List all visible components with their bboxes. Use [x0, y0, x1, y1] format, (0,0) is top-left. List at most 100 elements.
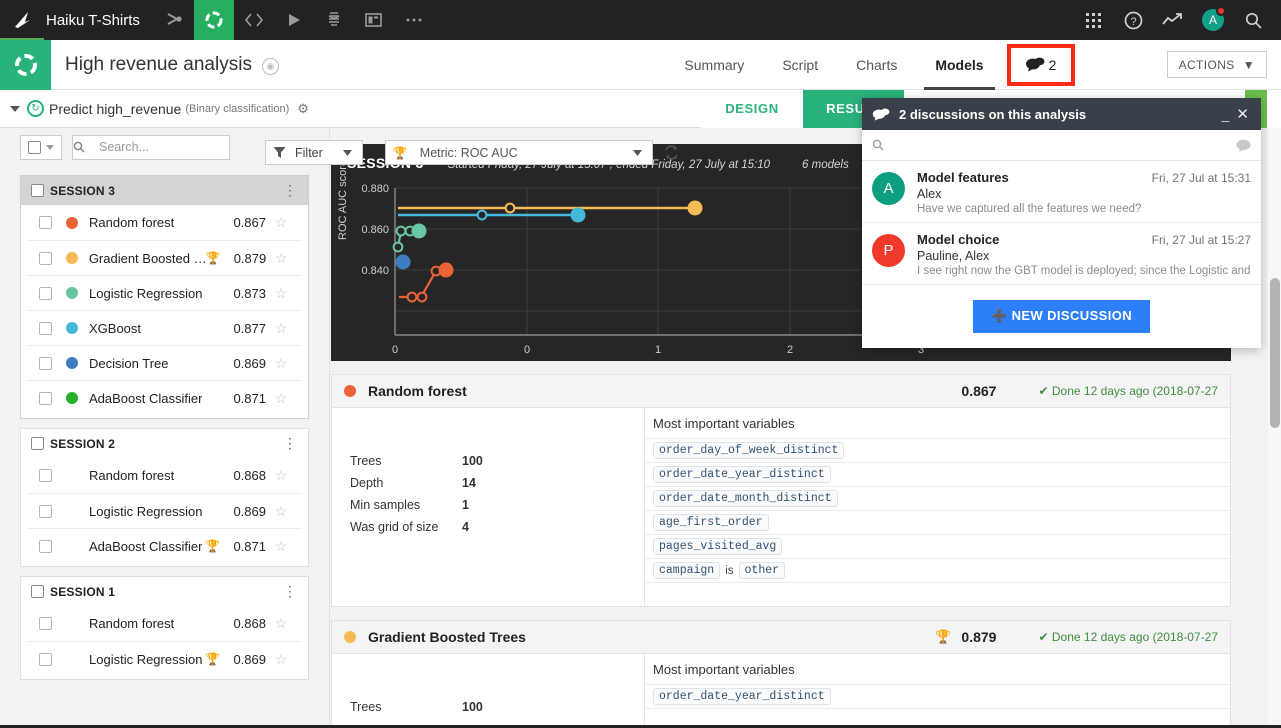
refresh-icon[interactable]	[664, 145, 679, 160]
discussions-search-input[interactable]	[884, 135, 1236, 155]
session-header[interactable]: SESSION 1 ⋮	[21, 577, 308, 606]
session-menu-icon[interactable]: ⋮	[283, 435, 298, 452]
select-all-checkbox[interactable]	[28, 141, 41, 154]
session-checkbox[interactable]	[31, 437, 44, 450]
avatar[interactable]: A	[1193, 0, 1233, 40]
discussions-icon	[1025, 57, 1045, 72]
star-icon[interactable]: ☆	[266, 214, 296, 231]
session-menu-icon[interactable]: ⋮	[283, 583, 298, 600]
play-icon[interactable]	[274, 0, 314, 40]
star-icon[interactable]: ☆	[266, 285, 296, 302]
tab-models[interactable]: Models	[916, 40, 1002, 90]
list-item[interactable]: Logistic Regression 0.873 ☆	[27, 275, 302, 310]
star-icon[interactable]: ☆	[266, 250, 296, 267]
tab-discussions[interactable]: 2	[1007, 44, 1075, 86]
model-card-header[interactable]: Gradient Boosted Trees 🏆 0.879 ✔ Done 12…	[332, 621, 1230, 654]
chevron-down-icon[interactable]	[623, 150, 652, 156]
new-discussion-button[interactable]: ➕ NEW DISCUSSION	[973, 300, 1150, 333]
search-icon[interactable]	[1233, 0, 1273, 40]
apps-grid-icon[interactable]	[1073, 0, 1113, 40]
star-icon[interactable]: ☆	[266, 538, 296, 555]
variable-row: order_date_year_distinct	[645, 463, 1230, 487]
list-item[interactable]: Decision Tree 0.869 ☆	[27, 345, 302, 380]
model-checkbox[interactable]	[39, 287, 52, 300]
recipe-active-icon[interactable]	[194, 0, 234, 40]
star-icon[interactable]: ☆	[266, 467, 296, 484]
jobs-icon[interactable]	[314, 0, 354, 40]
model-score: 0.871	[220, 391, 266, 406]
project-name[interactable]: Haiku T-Shirts	[44, 12, 154, 29]
model-card-header[interactable]: Random forest 0.867 ✔ Done 12 days ago (…	[332, 375, 1230, 408]
model-checkbox[interactable]	[39, 322, 52, 335]
minimize-icon[interactable]: _	[1215, 106, 1237, 122]
session-header[interactable]: SESSION 2 ⋮	[21, 429, 308, 458]
list-item[interactable]: Random forest 0.868 ☆	[27, 458, 302, 493]
star-icon[interactable]: ☆	[266, 390, 296, 407]
star-icon[interactable]: ☆	[266, 355, 296, 372]
variable-operator: is	[725, 565, 733, 577]
session-header[interactable]: SESSION 3 ⋮	[21, 176, 308, 205]
list-item[interactable]: Random forest 0.867 ☆	[27, 205, 302, 240]
session-models: Random forest 0.867 ☆ Gradient Boosted ……	[21, 205, 308, 418]
model-checkbox[interactable]	[39, 540, 52, 553]
list-item[interactable]: XGBoost 0.877 ☆	[27, 310, 302, 345]
session-title: SESSION 1	[50, 585, 115, 599]
dss-logo-icon[interactable]	[0, 0, 44, 40]
monitoring-icon[interactable]	[1153, 0, 1193, 40]
insight-icon[interactable]: ◉	[262, 58, 279, 75]
star-icon[interactable]: ☆	[266, 651, 296, 668]
metric-select[interactable]: 🏆 Metric: ROC AUC	[385, 140, 653, 165]
select-all-dropdown[interactable]	[20, 135, 62, 160]
tab-summary[interactable]: Summary	[665, 40, 763, 90]
list-item[interactable]: Logistic Regression 0.869 ☆	[27, 493, 302, 528]
tab-design[interactable]: DESIGN	[701, 90, 803, 128]
vertical-scrollbar-track[interactable]	[1268, 128, 1281, 728]
recipe-name[interactable]: Predict high_revenue	[49, 101, 181, 117]
dashboard-icon[interactable]	[354, 0, 394, 40]
tab-script[interactable]: Script	[763, 40, 837, 90]
model-checkbox[interactable]	[39, 357, 52, 370]
model-score: 0.867	[220, 215, 266, 230]
model-checkbox[interactable]	[39, 216, 52, 229]
gear-icon[interactable]: ⚙	[297, 101, 309, 117]
comment-filter-icon[interactable]	[1236, 139, 1251, 152]
list-item[interactable]: Logistic Regression 🏆 0.869 ☆	[27, 641, 302, 676]
session-menu-icon[interactable]: ⋮	[283, 182, 298, 199]
more-icon[interactable]	[394, 0, 434, 40]
chevron-down-icon[interactable]	[46, 145, 54, 150]
vertical-scrollbar-thumb[interactable]	[1270, 278, 1280, 428]
model-checkbox[interactable]	[39, 392, 52, 405]
code-icon[interactable]	[234, 0, 274, 40]
model-status: ✔ Done 12 days ago (2018-07-27	[1038, 630, 1218, 644]
star-icon[interactable]: ☆	[266, 615, 296, 632]
flow-icon[interactable]	[154, 0, 194, 40]
list-item[interactable]: A Model features Fri, 27 Jul at 15:31 Al…	[862, 161, 1261, 223]
star-icon[interactable]: ☆	[266, 320, 296, 337]
list-item[interactable]: P Model choice Fri, 27 Jul at 15:27 Paul…	[862, 223, 1261, 285]
close-icon[interactable]: ✕	[1236, 105, 1251, 123]
filter-control[interactable]: Filter	[265, 140, 363, 165]
list-item[interactable]: Random forest 0.868 ☆	[27, 606, 302, 641]
model-checkbox[interactable]	[39, 653, 52, 666]
model-status-text: Done 12 days ago (2018-07-27	[1052, 630, 1218, 644]
list-item[interactable]: AdaBoost Classifier 🏆 0.871 ☆	[27, 528, 302, 563]
model-checkbox[interactable]	[39, 469, 52, 482]
model-score: 0.868	[220, 616, 266, 631]
model-checkbox[interactable]	[39, 617, 52, 630]
model-color-dot	[66, 357, 78, 369]
list-item[interactable]: Gradient Boosted … 🏆 0.879 ☆	[27, 240, 302, 275]
session-checkbox[interactable]	[31, 184, 44, 197]
variable-row: order_date_month_distinct	[645, 487, 1230, 511]
tab-charts[interactable]: Charts	[837, 40, 916, 90]
help-icon[interactable]: ?	[1113, 0, 1153, 40]
collapse-caret-icon[interactable]	[10, 106, 20, 112]
model-checkbox[interactable]	[39, 252, 52, 265]
star-icon[interactable]: ☆	[266, 503, 296, 520]
variable-chip: age_first_order	[653, 514, 769, 531]
list-item[interactable]: AdaBoost Classifier 0.871 ☆	[27, 380, 302, 415]
session-checkbox[interactable]	[31, 585, 44, 598]
actions-button[interactable]: ACTIONS ▼	[1167, 51, 1267, 78]
chevron-down-icon[interactable]	[329, 150, 362, 156]
model-checkbox[interactable]	[39, 505, 52, 518]
search-input[interactable]: Search...	[72, 135, 230, 160]
